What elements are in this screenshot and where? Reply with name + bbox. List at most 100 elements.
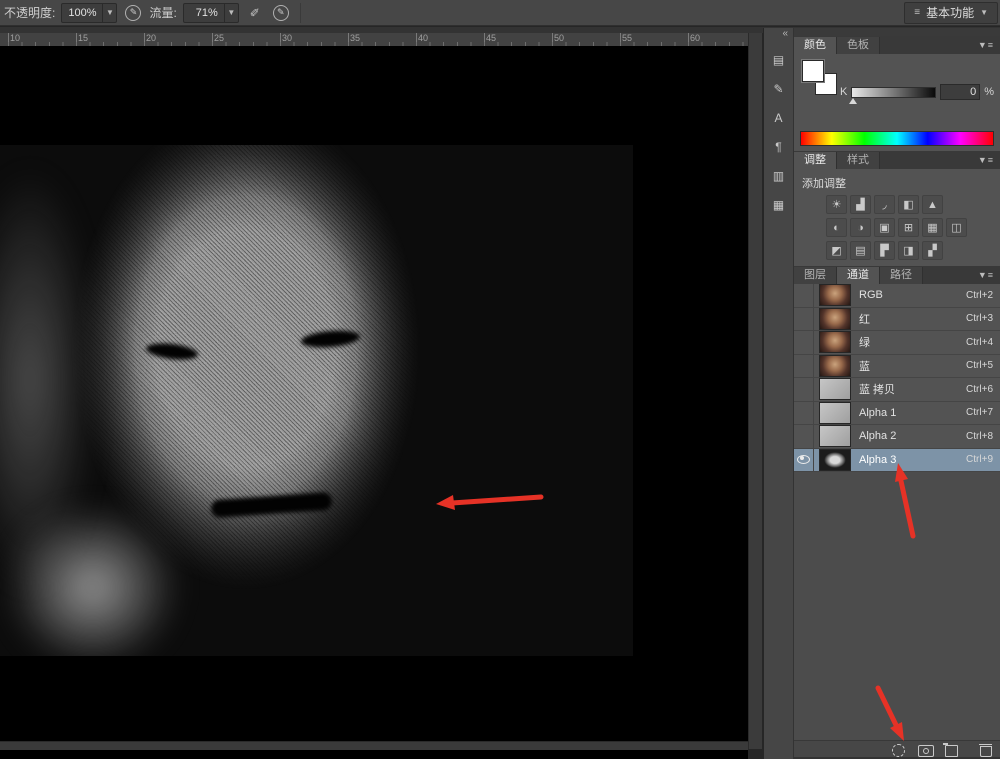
channel-row[interactable]: RGBCtrl+2: [794, 284, 1000, 308]
pressure-size-button[interactable]: ✎: [271, 3, 291, 23]
clone-source-panel-icon[interactable]: ✎: [767, 77, 790, 100]
adjustments-panel: 添加调整 ☀▟◞◧▲ ◐◑▣⊞▦◫ ◩▤▛◨▞: [794, 169, 1000, 266]
posterize-adjustment-icon[interactable]: ▤: [850, 241, 871, 260]
k-value-field[interactable]: 0: [940, 84, 980, 100]
panel-menu-icon[interactable]: ▼≡: [972, 155, 1000, 165]
face-mask-region: [42, 145, 467, 656]
channel-row[interactable]: 红Ctrl+3: [794, 308, 1000, 332]
workspace-switcher[interactable]: ≡ 基本功能 ▼: [904, 2, 998, 24]
channel-name: Alpha 1: [859, 407, 896, 419]
photo-filter-adjustment-icon[interactable]: ⊞: [898, 218, 919, 237]
tab-color[interactable]: 颜色: [794, 37, 837, 54]
tab-paths[interactable]: 路径: [880, 267, 923, 284]
tab-swatches[interactable]: 色板: [837, 37, 880, 54]
channel-name: Alpha 3: [859, 454, 896, 466]
visibility-toggle[interactable]: [794, 284, 814, 307]
channel-row[interactable]: Alpha 3 Ctrl+9: [794, 449, 1000, 473]
channel-shortcut: Ctrl+8: [966, 431, 993, 442]
levels-adjustment-icon[interactable]: ▟: [850, 195, 871, 214]
threshold-adjustment-icon[interactable]: ▛: [874, 241, 895, 260]
channel-shortcut: Ctrl+9: [966, 454, 993, 465]
flow-combo[interactable]: 71% ▼: [183, 3, 239, 23]
opacity-label: 不透明度:: [4, 4, 55, 21]
channel-mixer-adjustment-icon[interactable]: ▦: [922, 218, 943, 237]
workspace-label: 基本功能: [926, 4, 974, 21]
color-spectrum-bar[interactable]: [800, 131, 994, 146]
panel-menu-icon[interactable]: ▼≡: [972, 270, 1000, 280]
visibility-toggle[interactable]: [794, 308, 814, 331]
tab-styles[interactable]: 样式: [837, 152, 880, 169]
pen-pressure-icon: ✎: [273, 5, 289, 21]
ruler-tick: 30: [280, 33, 281, 46]
tab-channels[interactable]: 通道: [837, 267, 880, 284]
channel-thumbnail: [819, 449, 851, 471]
k-slider[interactable]: [851, 87, 936, 98]
channel-row[interactable]: Alpha 2Ctrl+8: [794, 425, 1000, 449]
ruler-tick: 25: [212, 33, 213, 46]
new-channel-button[interactable]: [945, 745, 958, 757]
ruler-horizontal: 1015202530354045505560: [0, 33, 748, 47]
visibility-toggle[interactable]: [794, 449, 814, 472]
chevron-down-icon: ▼: [980, 8, 988, 17]
visibility-toggle[interactable]: [794, 331, 814, 354]
channels-tabbar: 图层 通道 路径 ▼≡: [794, 266, 1000, 284]
channel-shortcut: Ctrl+4: [966, 337, 993, 348]
foreground-background-swatches[interactable]: [802, 60, 840, 98]
channel-shortcut: Ctrl+3: [966, 313, 993, 324]
vertical-scrollbar[interactable]: [748, 33, 762, 749]
channel-thumbnail: [819, 331, 851, 353]
add-adjustment-title: 添加调整: [802, 175, 846, 191]
channel-thumbnail: [819, 308, 851, 330]
horizontal-scrollbar[interactable]: [0, 741, 748, 750]
channel-row[interactable]: 绿Ctrl+4: [794, 331, 1000, 355]
chevron-down-icon[interactable]: ▼: [224, 4, 238, 22]
panel-menu-icon[interactable]: ▼≡: [972, 40, 1000, 50]
channel-shortcut: Ctrl+2: [966, 290, 993, 301]
channel-row[interactable]: Alpha 1Ctrl+7: [794, 402, 1000, 426]
visibility-toggle[interactable]: [794, 378, 814, 401]
pressure-opacity-button[interactable]: ✎: [123, 3, 143, 23]
visibility-toggle[interactable]: [794, 355, 814, 378]
foreground-color-swatch[interactable]: [802, 60, 824, 82]
gradient-map-adjustment-icon[interactable]: ◨: [898, 241, 919, 260]
channel-thumbnail: [819, 378, 851, 400]
opacity-combo[interactable]: 100% ▼: [61, 3, 117, 23]
slider-thumb-icon[interactable]: [849, 98, 857, 104]
black-white-adjustment-icon[interactable]: ▣: [874, 218, 895, 237]
visibility-toggle[interactable]: [794, 402, 814, 425]
ruler-tick: 40: [416, 33, 417, 46]
character-panel-icon[interactable]: A: [767, 106, 790, 129]
selective-color-adjustment-icon[interactable]: ▞: [922, 241, 943, 260]
load-channel-as-selection-button[interactable]: [892, 744, 905, 757]
adjust-tabbar: 调整 样式 ▼≡: [794, 151, 1000, 169]
chevron-down-icon[interactable]: ▼: [102, 4, 116, 22]
canvas-area[interactable]: [0, 46, 748, 759]
tab-layers[interactable]: 图层: [794, 267, 837, 284]
history-panel-icon[interactable]: ▤: [767, 48, 790, 71]
visibility-toggle[interactable]: [794, 425, 814, 448]
save-selection-as-channel-button[interactable]: [918, 745, 934, 757]
curves-adjustment-icon[interactable]: ◞: [874, 195, 895, 214]
flow-value: 71%: [184, 7, 224, 19]
paragraph-panel-icon[interactable]: ¶: [767, 135, 790, 158]
tab-adjustments[interactable]: 调整: [794, 152, 837, 169]
hue-saturation-adjustment-icon[interactable]: ◐: [826, 218, 847, 237]
invert-adjustment-icon[interactable]: ◩: [826, 241, 847, 260]
ruler-tick: 35: [348, 33, 349, 46]
collapse-panels-button[interactable]: «: [764, 28, 793, 42]
color-panel: K 0 %: [794, 54, 1000, 151]
exposure-adjustment-icon[interactable]: ◧: [898, 195, 919, 214]
k-slider-row: K 0 %: [840, 84, 994, 100]
color-balance-adjustment-icon[interactable]: ◑: [850, 218, 871, 237]
properties-panel-icon[interactable]: ▦: [767, 193, 790, 216]
delete-channel-button[interactable]: [980, 746, 992, 757]
notes-panel-icon[interactable]: ▥: [767, 164, 790, 187]
color-lookup-adjustment-icon[interactable]: ◫: [946, 218, 967, 237]
document-image: [0, 145, 633, 656]
brightness-contrast-adjustment-icon[interactable]: ☀: [826, 195, 847, 214]
channel-row[interactable]: 蓝Ctrl+5: [794, 355, 1000, 379]
channel-row[interactable]: 蓝 拷贝Ctrl+6: [794, 378, 1000, 402]
vibrance-adjustment-icon[interactable]: ▲: [922, 195, 943, 214]
airbrush-button[interactable]: ✐: [245, 3, 265, 23]
ruler-tick: 10: [8, 33, 9, 46]
